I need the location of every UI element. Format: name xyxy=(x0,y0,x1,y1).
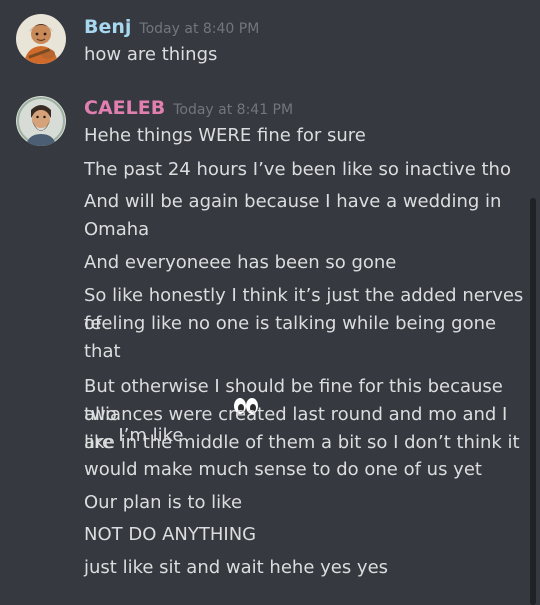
timestamp: Today at 8:40 PM xyxy=(139,21,260,37)
message-line: The past 24 hours I’ve been like so inac… xyxy=(84,159,511,180)
character-avatar-icon xyxy=(16,14,66,64)
message-line: Omaha xyxy=(84,219,150,240)
message-line: And everyoneee has been so gone xyxy=(84,252,397,273)
message-line: Hehe things WERE fine for sure xyxy=(84,125,366,146)
message-line: like in the middle of them a bit so I do… xyxy=(84,432,520,453)
message-line: how are things xyxy=(84,44,218,65)
scrollbar[interactable] xyxy=(530,198,536,605)
message-header: CAELEB Today at 8:41 PM xyxy=(84,97,293,119)
message-line: NOT DO ANYTHING xyxy=(84,524,257,545)
message-line: And will be again because I have a weddi… xyxy=(84,191,502,212)
bearded-man-avatar-icon xyxy=(16,96,66,146)
avatar-benj[interactable] xyxy=(16,14,66,64)
author-name[interactable]: CAELEB xyxy=(84,97,165,119)
avatar-caeleb[interactable] xyxy=(16,96,66,146)
message-header: Benj Today at 8:40 PM xyxy=(84,16,259,38)
timestamp: Today at 8:41 PM xyxy=(173,102,294,118)
message-line: just like sit and wait hehe yes yes xyxy=(84,557,389,578)
message-line: Our plan is to like xyxy=(84,492,243,513)
message-line: would make much sense to do one of us ye… xyxy=(84,459,482,480)
chat-log: Benj Today at 8:40 PM how are things CAEL… xyxy=(0,0,540,605)
author-name[interactable]: Benj xyxy=(84,16,131,38)
